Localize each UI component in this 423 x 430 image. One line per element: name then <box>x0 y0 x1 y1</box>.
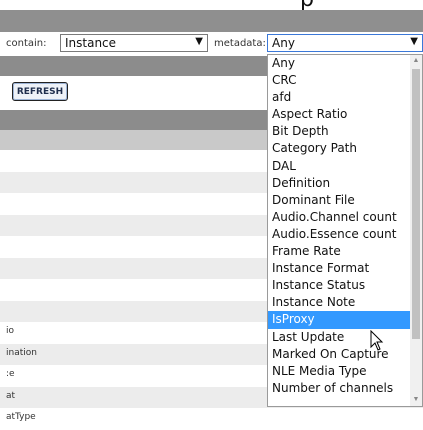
dropdown-option[interactable]: Category Path <box>268 140 411 157</box>
refresh-button[interactable]: REFRESH <box>12 82 68 101</box>
dropdown-option[interactable]: Last Update <box>268 329 411 346</box>
metadata-label: metadata: <box>214 38 266 49</box>
dropdown-option[interactable]: Audio.Channel count <box>268 209 411 226</box>
chevron-down-icon: ▼ <box>410 36 418 47</box>
row-label: ination <box>6 347 37 358</box>
chevron-down-icon: ▼ <box>195 36 203 47</box>
top-toolbar <box>0 10 423 32</box>
dropdown-option[interactable]: Dominant File <box>268 192 411 209</box>
mouse-pointer-icon <box>370 330 384 351</box>
row-label: :e <box>6 369 15 379</box>
scroll-down-icon[interactable]: ▼ <box>410 394 422 406</box>
dropdown-option[interactable]: Number of channels <box>268 380 411 397</box>
metadata-dropdown-list[interactable]: Any CRC afd Aspect Ratio Bit Depth Categ… <box>267 54 423 407</box>
dropdown-option[interactable]: afd <box>268 89 411 106</box>
dropdown-option[interactable]: Instance Note <box>268 294 411 311</box>
dropdown-option[interactable]: Definition <box>268 175 411 192</box>
scrollbar-thumb[interactable] <box>412 69 420 339</box>
dropdown-option[interactable]: Instance Format <box>268 260 411 277</box>
dropdown-option-highlighted[interactable]: IsProxy <box>268 311 411 329</box>
filter-row: contain: Instance ▼ metadata: Any ▼ <box>0 32 423 54</box>
dropdown-option[interactable]: Audio.Essence count <box>268 226 411 243</box>
dropdown-option[interactable]: Bit Depth <box>268 123 411 140</box>
dropdown-option[interactable]: CRC <box>268 72 411 89</box>
dropdown-option[interactable]: Marked On Capture <box>268 346 411 363</box>
dropdown-option[interactable]: NLE Media Type <box>268 363 411 380</box>
contain-label: contain: <box>6 38 47 49</box>
dropdown-option[interactable]: DAL <box>268 158 411 175</box>
dropdown-options: Any CRC afd Aspect Ratio Bit Depth Categ… <box>268 55 411 397</box>
contain-select[interactable]: Instance ▼ <box>60 34 208 52</box>
contain-select-value: Instance <box>65 36 117 50</box>
metadata-select-value: Any <box>272 36 295 50</box>
row-label: at <box>6 390 16 401</box>
dropdown-scrollbar[interactable]: ▲ ▼ <box>410 55 422 406</box>
dropdown-option[interactable]: Frame Rate <box>268 243 411 260</box>
dropdown-option[interactable]: Instance Status <box>268 277 411 294</box>
row-label: atType <box>6 412 36 422</box>
table-row[interactable]: atType <box>0 408 423 430</box>
row-label: io <box>6 326 15 336</box>
dropdown-option[interactable]: Aspect Ratio <box>268 106 411 123</box>
dropdown-option[interactable]: Any <box>268 55 411 72</box>
metadata-select[interactable]: Any ▼ <box>267 34 423 52</box>
scroll-up-icon[interactable]: ▲ <box>410 55 422 67</box>
